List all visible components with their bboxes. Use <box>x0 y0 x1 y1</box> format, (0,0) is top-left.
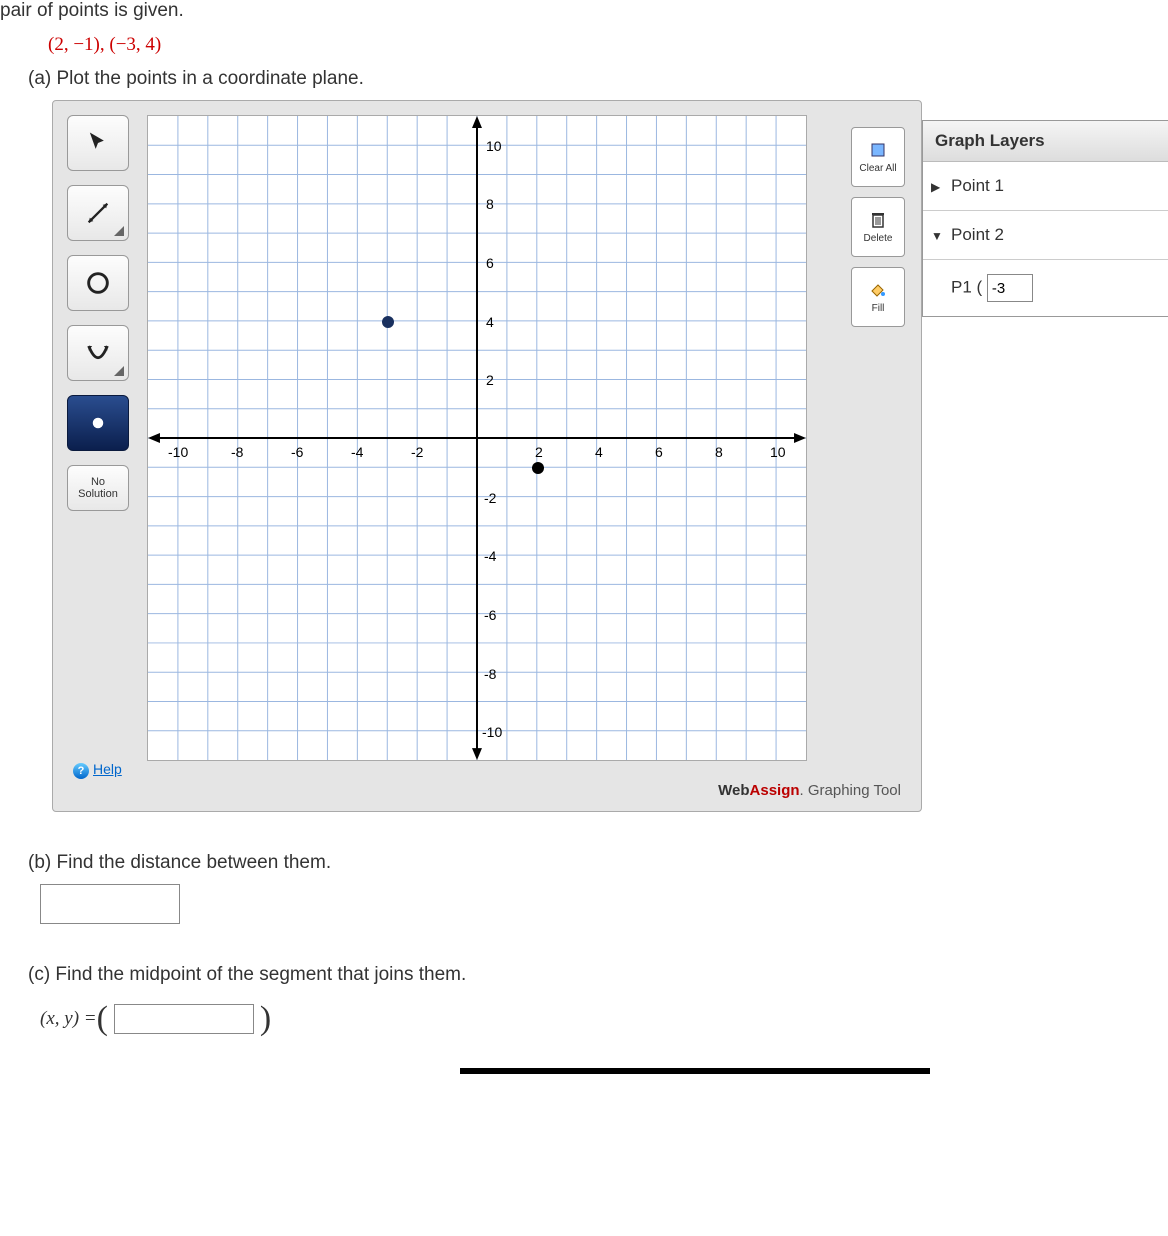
x-tick-2: 2 <box>535 444 543 460</box>
fill-button[interactable]: Fill <box>851 267 905 327</box>
y-tick-n10: -10 <box>482 724 502 740</box>
y-tick-8: 8 <box>486 196 494 212</box>
chevron-right-icon: ▶ <box>931 180 940 194</box>
brand-web: Web <box>718 782 749 799</box>
help-link[interactable]: Help <box>73 761 122 779</box>
clear-all-button[interactable]: Clear All <box>851 127 905 187</box>
parabola-tool[interactable] <box>67 325 129 381</box>
point-tool[interactable] <box>67 395 129 451</box>
y-tick-4: 4 <box>486 314 494 330</box>
trash-icon <box>869 211 887 229</box>
x-tick-n6: -6 <box>291 444 303 460</box>
y-tick-n6: -6 <box>484 607 496 623</box>
canvas-controls: Clear All Delete Fill <box>851 127 909 337</box>
layer-point-2-label: Point 2 <box>951 225 1004 244</box>
x-tick-n10: -10 <box>168 444 188 460</box>
circle-tool[interactable] <box>67 255 129 311</box>
no-solution-label2: Solution <box>78 488 118 500</box>
layer-p1-row: P1 ( <box>923 260 1168 316</box>
brand-assign: Assign <box>750 782 800 799</box>
open-paren: ( <box>97 1000 108 1038</box>
brand-footer: WebAssign. Graphing Tool <box>718 782 901 799</box>
plotted-point-1[interactable] <box>382 316 394 328</box>
y-tick-10: 10 <box>486 138 502 154</box>
layer-point-1-label: Point 1 <box>951 176 1004 195</box>
delete-label: Delete <box>864 233 893 244</box>
x-tick-n4: -4 <box>351 444 363 460</box>
delete-button[interactable]: Delete <box>851 197 905 257</box>
p1-prefix: P1 ( <box>951 278 982 297</box>
y-tick-6: 6 <box>486 255 494 271</box>
brand-tail: . Graphing Tool <box>800 782 901 799</box>
chevron-down-icon: ▼ <box>931 229 943 243</box>
x-tick-8: 8 <box>715 444 723 460</box>
line-tool[interactable] <box>67 185 129 241</box>
tool-palette: No Solution <box>67 115 143 511</box>
intro-text: pair of points is given. <box>0 0 1168 22</box>
close-paren: ) <box>260 1000 271 1038</box>
y-tick-n8: -8 <box>484 666 496 682</box>
y-tick-n4: -4 <box>484 548 496 564</box>
graphing-tool-panel: No Solution Help <box>52 100 922 812</box>
midpoint-prefix: (x, y) = <box>40 1008 97 1030</box>
grid-svg <box>148 116 806 760</box>
clear-all-label: Clear All <box>859 163 896 174</box>
layer-point-2[interactable]: ▼ Point 2 <box>923 211 1168 260</box>
midpoint-row: (x, y) = ( ) <box>40 1000 1168 1038</box>
x-tick-n8: -8 <box>231 444 243 460</box>
x-tick-10: 10 <box>770 444 786 460</box>
part-b-prompt: (b) Find the distance between them. <box>28 852 1168 874</box>
x-tick-n2: -2 <box>411 444 423 460</box>
pointer-tool[interactable] <box>67 115 129 171</box>
clear-all-icon <box>869 141 887 159</box>
layer-point-1[interactable]: ▶ Point 1 <box>923 162 1168 211</box>
part-c-prompt: (c) Find the midpoint of the segment tha… <box>28 964 1168 986</box>
y-tick-n2: -2 <box>484 490 496 506</box>
given-points: (2, −1), (−3, 4) <box>48 34 1168 56</box>
graph-layers-panel: Graph Layers ▶ Point 1 ▼ Point 2 P1 ( <box>922 120 1168 317</box>
graph-layers-title: Graph Layers <box>923 121 1168 162</box>
midpoint-input[interactable] <box>114 1004 254 1034</box>
distance-input[interactable] <box>40 884 180 924</box>
decorative-bar <box>460 1068 930 1074</box>
part-a-prompt: (a) Plot the points in a coordinate plan… <box>28 68 1168 90</box>
no-solution-label1: No <box>91 476 105 488</box>
plot-canvas[interactable]: 10 8 6 4 2 -2 -4 -6 -8 -10 -10 -8 -6 -4 … <box>147 115 807 761</box>
y-tick-2: 2 <box>486 372 494 388</box>
x-tick-4: 4 <box>595 444 603 460</box>
p1-x-input[interactable] <box>987 274 1033 302</box>
no-solution-button[interactable]: No Solution <box>67 465 129 511</box>
fill-label: Fill <box>872 303 885 314</box>
plotted-point-2[interactable] <box>532 462 544 474</box>
fill-icon <box>869 281 887 299</box>
x-tick-6: 6 <box>655 444 663 460</box>
